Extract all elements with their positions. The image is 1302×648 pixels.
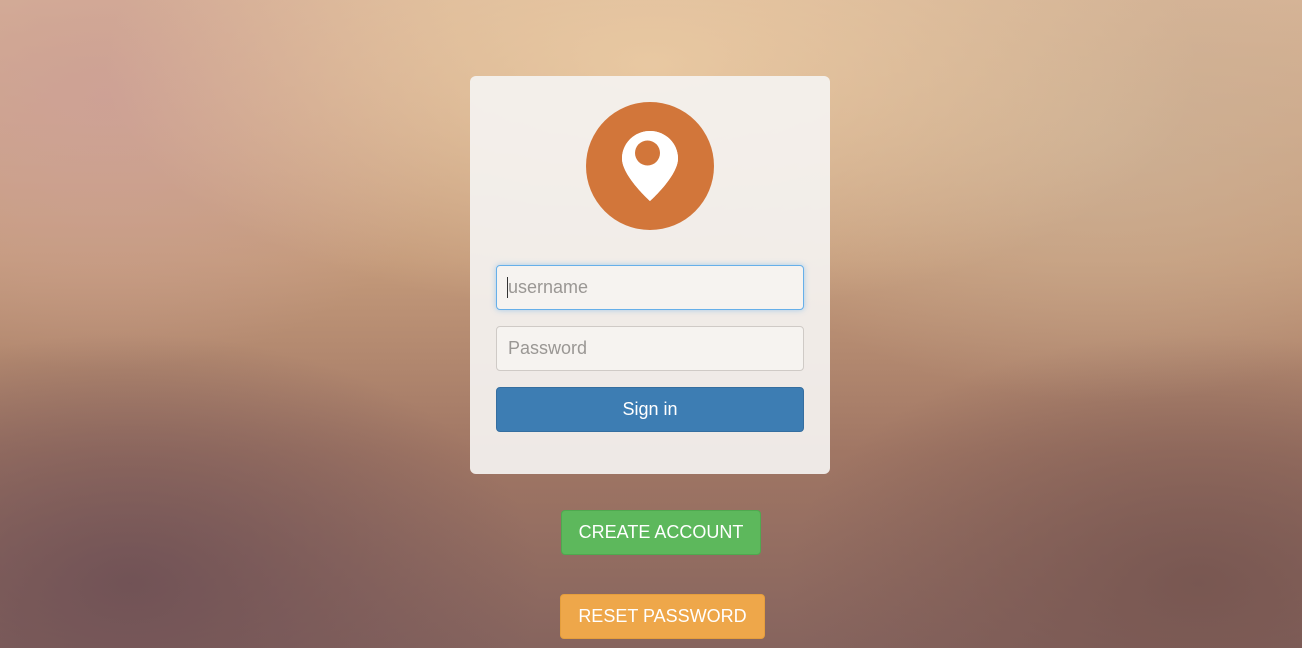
create-account-button[interactable]: CREATE ACCOUNT [561,510,761,555]
reset-password-button[interactable]: RESET PASSWORD [560,594,765,639]
sign-in-button[interactable]: Sign in [496,387,804,432]
login-card: Sign in [470,76,830,474]
username-field[interactable] [496,265,804,310]
password-field[interactable] [496,326,804,371]
map-marker-icon [622,131,678,201]
logo-badge [586,102,714,230]
text-caret [507,277,508,298]
